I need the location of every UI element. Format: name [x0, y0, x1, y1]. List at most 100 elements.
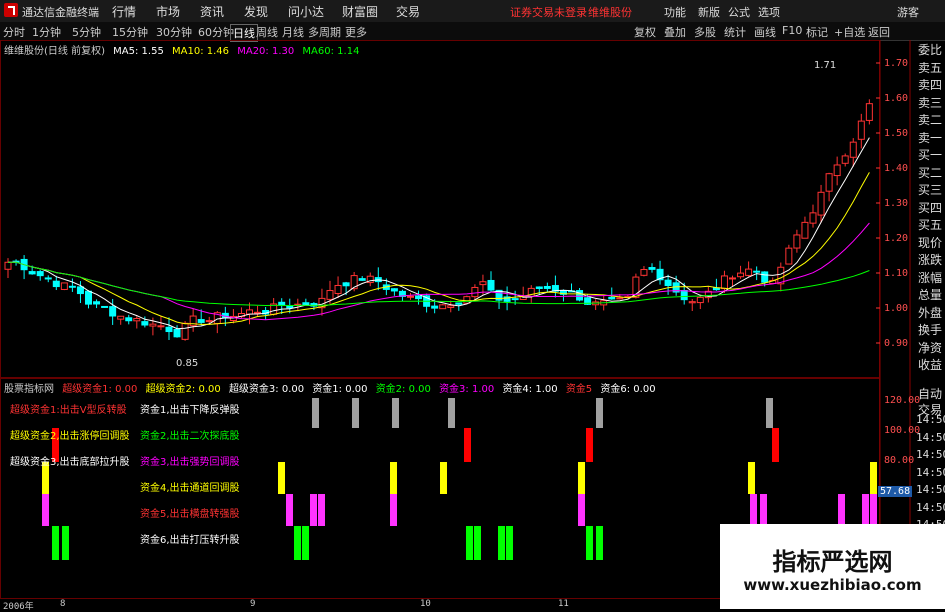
candle-body [197, 319, 205, 323]
candle-body [109, 306, 117, 317]
quote-field-label: 卖二 [918, 113, 943, 127]
candle-body [688, 301, 696, 304]
candle-body [664, 279, 672, 287]
time-tick: 14:50 [916, 430, 945, 444]
quote-field-label: 卖五 [918, 60, 943, 75]
ma60-legend: MA60: 1.14 [302, 46, 360, 57]
candle-body [326, 290, 334, 300]
indicator-name[interactable]: 股票指标网 [4, 384, 54, 395]
signal-text: 资金6,出击打压转升股 [140, 535, 240, 546]
candle-body [471, 286, 479, 298]
signal-bar-red [464, 428, 471, 462]
signal-bar-green [474, 526, 481, 560]
price-tick: 1.40 [884, 163, 909, 174]
low-price-mark: 0.85 [176, 358, 199, 369]
candle-body [431, 305, 439, 309]
candle-body [447, 305, 455, 308]
signal-text: 资金4,出击通道回调股 [140, 483, 240, 494]
price-tick: 1.30 [884, 198, 909, 209]
watermark-title: 指标严选网 [772, 548, 893, 576]
candle-body [745, 268, 753, 276]
candle-body [640, 269, 648, 276]
candle-body [93, 301, 101, 305]
auto-label[interactable]: 自动 [918, 386, 942, 402]
candle-body [173, 329, 181, 338]
quote-field-label: 买二 [918, 165, 943, 180]
indicator-tick: 100.00 [884, 425, 921, 436]
price-tick: 1.60 [884, 93, 909, 104]
signal-bar-green [498, 526, 505, 560]
candle-body [825, 173, 833, 192]
quote-field-label: 买一 [918, 148, 943, 162]
signal-text: 资金1,出击下降反弹股 [140, 405, 240, 416]
quote-field-label: 买四 [918, 200, 943, 215]
candle-body [358, 278, 366, 281]
signal-bar-magenta [578, 494, 585, 526]
quote-field-label: 买五 [918, 218, 943, 232]
signal-bar-magenta [870, 494, 877, 526]
candle-body [101, 305, 109, 308]
candle-body [36, 271, 44, 277]
candle-body [60, 282, 68, 290]
candle-body [4, 261, 12, 270]
legend-super3: 超级资金3: 0.00 [228, 384, 305, 395]
signal-bar-magenta [318, 494, 325, 526]
candle-body [753, 270, 761, 273]
signal-bar-magenta [390, 494, 397, 526]
quote-panel: 委比 卖五 卖四 卖三 卖二 卖一 买一 买二 买三 买四 买五 现价 涨跌 涨幅 总量 外盘 换手 净资 收益 [918, 42, 945, 375]
candle-body [463, 296, 471, 304]
candle-body [696, 296, 704, 304]
candle-body [720, 275, 728, 290]
candle-body [543, 285, 551, 289]
price-tick: 1.00 [884, 303, 909, 314]
signal-text: 资金3,出击强势回调股 [140, 457, 240, 468]
legend-fund6: 资金6: 0.00 [600, 384, 656, 395]
candle-body [157, 325, 165, 328]
candle-body [865, 103, 873, 121]
price-tick: 0.90 [884, 338, 909, 349]
candle-body [616, 297, 624, 300]
legend-fund3: 资金3: 1.00 [439, 384, 495, 395]
watermark-overlay: 指标严选网 www.xuezhibiao.com [720, 524, 945, 609]
candle-body [133, 318, 141, 322]
legend-fund5: 资金5 [565, 384, 593, 395]
candle-body [535, 286, 543, 289]
candle-body [85, 290, 92, 305]
candle-body [334, 284, 342, 294]
quote-field-label: 外盘 [918, 305, 943, 320]
candle-body [479, 281, 487, 286]
candle-body [817, 191, 825, 216]
signal-bar-gray [596, 398, 603, 428]
indicator-tick: 80.00 [884, 455, 915, 466]
indicator-tick: 120.00 [884, 395, 921, 406]
candle-body [849, 141, 857, 158]
main-chart-frame [0, 40, 880, 378]
candle-body [52, 280, 60, 288]
candle-body [680, 289, 688, 301]
candle-body [729, 277, 736, 280]
signal-bar-green [302, 526, 309, 560]
signal-bar-gray [448, 398, 455, 428]
legend-super1: 超级资金1: 0.00 [62, 384, 138, 395]
legend-fund2: 资金2: 0.00 [375, 384, 431, 395]
date-month: 11 [558, 599, 569, 609]
signal-text: 超级资金1:出击V型反转股 [10, 405, 127, 416]
candle-body [246, 309, 253, 315]
signal-bar-yellow [578, 462, 585, 494]
watermark-url: www.xuezhibiao.com [743, 576, 922, 594]
time-ticks: 14:5014:5014:5014:5014:5014:5014:50 [916, 411, 945, 534]
candle-body [278, 301, 286, 306]
ma5-legend: MA5: 1.55 [113, 46, 164, 57]
quote-field-label: 涨跌 [918, 253, 943, 267]
signal-text: 资金5,出击横盘转强股 [140, 509, 240, 520]
date-month: 9 [250, 599, 256, 609]
time-tick: 14:50 [916, 465, 945, 479]
legend-fund4: 资金4: 1.00 [502, 384, 558, 395]
price-tick: 1.20 [884, 233, 909, 244]
signal-bar-green [62, 526, 69, 560]
candle-body [857, 120, 865, 140]
candle-body [165, 326, 173, 333]
quote-field-label: 卖四 [918, 78, 943, 92]
signal-bar-gray [766, 398, 773, 428]
candle-body [785, 247, 793, 265]
